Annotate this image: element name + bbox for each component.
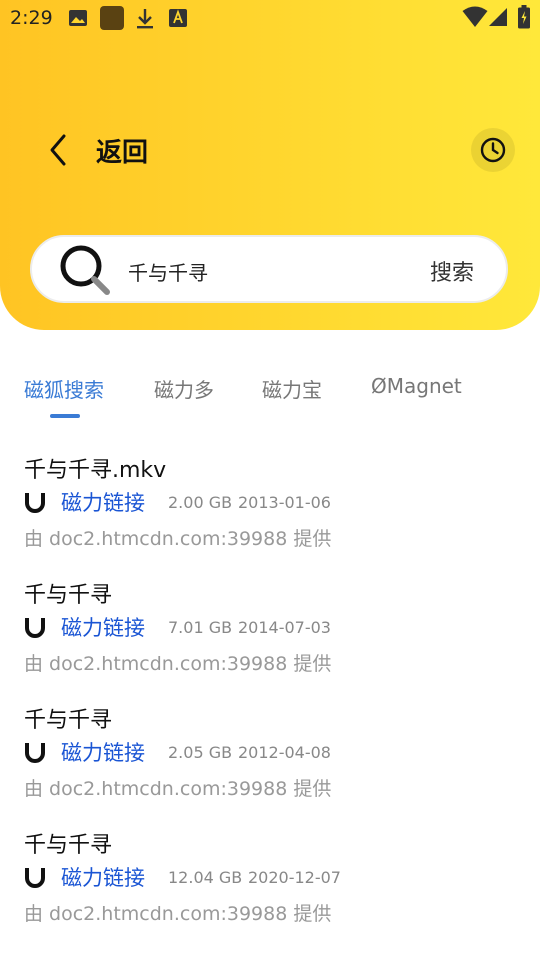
result-title: 千与千寻.mkv xyxy=(24,458,167,483)
app-icon xyxy=(100,6,124,30)
result-item[interactable]: 千与千寻.mkv 磁力链接 2.00 GB 2013-01-06 由 doc2.… xyxy=(0,450,540,575)
result-date: 2014-07-03 xyxy=(238,618,331,637)
magnet-icon xyxy=(25,493,45,513)
magnet-icon xyxy=(25,868,45,888)
result-source: 由 doc2.htmcdn.com:39988 提供 xyxy=(24,903,332,925)
history-button[interactable] xyxy=(471,128,515,172)
result-source: 由 doc2.htmcdn.com:39988 提供 xyxy=(24,653,332,675)
source-tabs: 磁狐搜索 磁力多 磁力宝 ØMagnet xyxy=(0,370,540,420)
battery-icon xyxy=(518,5,530,29)
result-size: 7.01 GB xyxy=(168,618,233,637)
result-title: 千与千寻 xyxy=(24,708,113,733)
back-button-label[interactable]: 返回 xyxy=(96,132,148,169)
result-size: 2.00 GB xyxy=(168,493,233,512)
search-input[interactable] xyxy=(126,255,420,287)
result-date: 2013-01-06 xyxy=(238,493,331,512)
result-size: 12.04 GB xyxy=(168,868,243,887)
results-list: 千与千寻.mkv 磁力链接 2.00 GB 2013-01-06 由 doc2.… xyxy=(0,450,540,950)
tab-cili-duo[interactable]: 磁力多 xyxy=(154,374,214,403)
signal-icon xyxy=(489,8,507,26)
result-date: 2020-12-07 xyxy=(248,868,341,887)
tab-cihu-search[interactable]: 磁狐搜索 xyxy=(24,374,104,403)
result-source: 由 doc2.htmcdn.com:39988 提供 xyxy=(24,778,332,800)
status-time: 2:29 xyxy=(10,7,53,29)
image-icon xyxy=(69,10,87,26)
text-icon xyxy=(169,9,187,27)
result-date: 2012-04-08 xyxy=(238,743,331,762)
magnet-icon xyxy=(25,743,45,763)
search-icon xyxy=(60,245,110,295)
result-source: 由 doc2.htmcdn.com:39988 提供 xyxy=(24,528,332,550)
result-title: 千与千寻 xyxy=(24,833,113,858)
magnet-link[interactable]: 磁力链接 xyxy=(61,737,145,767)
magnet-link[interactable]: 磁力链接 xyxy=(61,612,145,642)
status-bar: 2:29 xyxy=(0,0,540,36)
wifi-icon xyxy=(462,6,488,27)
search-bar: 搜索 xyxy=(30,235,508,303)
result-size: 2.05 GB xyxy=(168,743,233,762)
download-icon xyxy=(137,9,153,29)
result-item[interactable]: 千与千寻 磁力链接 12.04 GB 2020-12-07 由 doc2.htm… xyxy=(0,825,540,950)
title-bar: 返回 xyxy=(0,120,540,180)
active-tab-indicator xyxy=(50,414,80,418)
tab-cili-bao[interactable]: 磁力宝 xyxy=(262,374,322,403)
back-arrow-icon[interactable] xyxy=(44,132,74,168)
result-item[interactable]: 千与千寻 磁力链接 7.01 GB 2014-07-03 由 doc2.htmc… xyxy=(0,575,540,700)
magnet-link[interactable]: 磁力链接 xyxy=(61,487,145,517)
search-button[interactable]: 搜索 xyxy=(430,255,474,287)
magnet-icon xyxy=(25,618,45,638)
clock-icon xyxy=(480,137,506,163)
result-title: 千与千寻 xyxy=(24,583,113,608)
tab-omagnet[interactable]: ØMagnet xyxy=(371,374,462,398)
magnet-link[interactable]: 磁力链接 xyxy=(61,862,145,892)
result-item[interactable]: 千与千寻 磁力链接 2.05 GB 2012-04-08 由 doc2.htmc… xyxy=(0,700,540,825)
